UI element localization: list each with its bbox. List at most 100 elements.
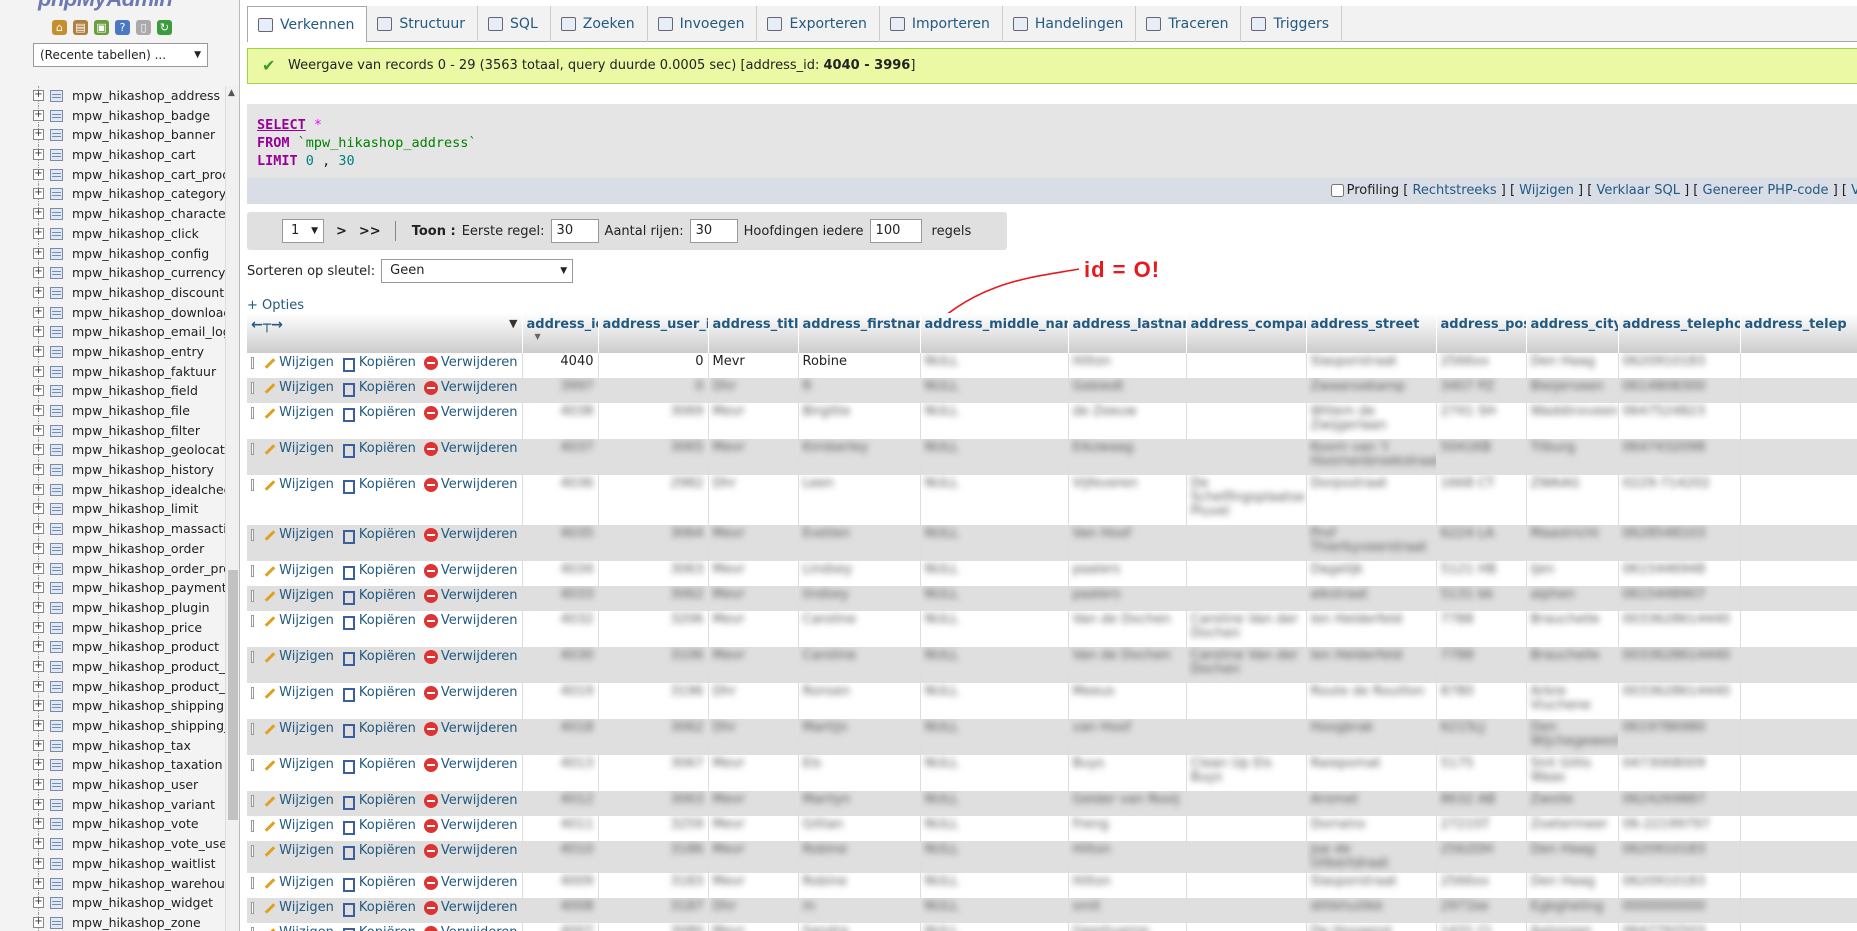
- table-cell[interactable]: 3187: [598, 898, 709, 923]
- table-cell[interactable]: 4035: [522, 525, 599, 561]
- table-cell[interactable]: Hoogbrak: [1306, 719, 1437, 755]
- delete-button[interactable]: Verwijderen: [423, 685, 518, 700]
- sidebar-table-item[interactable]: + mpw_hikashop_idealchecl: [0, 479, 225, 500]
- table-cell[interactable]: NULL: [920, 353, 1069, 378]
- table-cell[interactable]: 0: [598, 378, 709, 403]
- table-icon[interactable]: [50, 562, 63, 575]
- table-cell[interactable]: Slasporstraat: [1306, 353, 1437, 378]
- expand-icon[interactable]: +: [33, 641, 44, 653]
- table-cell[interactable]: 7788: [1436, 611, 1527, 647]
- table-cell[interactable]: Brauchelle: [1526, 647, 1619, 683]
- edit-button[interactable]: Wijzigen: [262, 793, 334, 808]
- table-cell[interactable]: Dhr: [708, 898, 799, 923]
- expand-icon[interactable]: +: [33, 601, 44, 613]
- table-cell[interactable]: Zoetermeer: [1526, 816, 1619, 841]
- table-cell[interactable]: Mevr: [708, 525, 799, 561]
- table-cell[interactable]: 0615448907: [1618, 586, 1741, 611]
- table-icon[interactable]: [50, 798, 63, 811]
- sidebar-table-item[interactable]: + mpw_hikashop_product: [0, 637, 225, 657]
- column-header[interactable]: address_company: [1186, 313, 1307, 353]
- table-cell[interactable]: Egbgheling: [1526, 898, 1619, 923]
- copy-button[interactable]: Kopiëren: [342, 613, 416, 630]
- table-cell[interactable]: [1740, 923, 1857, 931]
- recent-tables-select[interactable]: (Recente tabellen) ... ▼: [33, 43, 208, 67]
- expand-icon[interactable]: +: [33, 582, 44, 594]
- table-cell[interactable]: [1186, 841, 1307, 873]
- table-cell[interactable]: Mevr: [708, 439, 799, 475]
- table-cell[interactable]: [1740, 791, 1857, 816]
- table-icon[interactable]: [50, 857, 63, 870]
- table-cell[interactable]: 4013: [522, 755, 599, 791]
- table-cell[interactable]: Dhr: [708, 683, 799, 719]
- table-cell[interactable]: De Schelfingsplaatse Pluvel: [1186, 475, 1307, 525]
- table-cell[interactable]: Dorpsstraat: [1306, 475, 1437, 525]
- table-cell[interactable]: NULL: [920, 923, 1069, 931]
- table-cell[interactable]: 4007: [522, 923, 599, 931]
- row-checkbox[interactable]: [251, 758, 255, 771]
- help-icon[interactable]: ?: [115, 20, 130, 35]
- table-cell[interactable]: Sint Gillis Waas: [1526, 755, 1619, 791]
- table-cell[interactable]: NULL: [920, 611, 1069, 647]
- expand-icon[interactable]: +: [33, 562, 44, 574]
- docs-icon[interactable]: ▯: [136, 20, 151, 35]
- table-cell[interactable]: Freng: [1068, 816, 1187, 841]
- table-cell[interactable]: NULL: [920, 525, 1069, 561]
- page-select[interactable]: 1 ▼: [282, 219, 324, 243]
- copy-button[interactable]: Kopiëren: [342, 649, 416, 666]
- edit-button[interactable]: Wijzigen: [262, 477, 334, 492]
- table-icon[interactable]: [50, 720, 63, 732]
- sidebar-table-item[interactable]: + mpw_hikashop_order_proc: [0, 558, 225, 579]
- headers-every-input[interactable]: 100: [869, 219, 922, 243]
- column-header[interactable]: address_telephone: [1618, 313, 1741, 353]
- scrollbar-thumb[interactable]: [228, 570, 238, 820]
- sidebar-table-item[interactable]: + mpw_hikashop_variant: [0, 794, 225, 815]
- table-cell[interactable]: Lindsey: [798, 561, 921, 586]
- table-icon[interactable]: [50, 818, 63, 831]
- expand-icon[interactable]: +: [33, 129, 44, 141]
- copy-button[interactable]: Kopiëren: [342, 563, 416, 580]
- table-cell[interactable]: [1186, 353, 1307, 378]
- delete-button[interactable]: Verwijderen: [423, 649, 518, 664]
- row-checkbox[interactable]: [251, 844, 255, 857]
- table-cell[interactable]: 2741 SH: [1436, 403, 1527, 439]
- table-icon[interactable]: [50, 90, 63, 102]
- table-cell[interactable]: [1740, 378, 1857, 403]
- table-cell[interactable]: 0615446948: [1618, 561, 1741, 586]
- table-cell[interactable]: Zwaansekamp: [1306, 378, 1437, 403]
- edit-button[interactable]: Wijzigen: [262, 875, 334, 890]
- sidebar-table-item[interactable]: + mpw_hikashop_history: [0, 460, 225, 480]
- sidebar-table-item[interactable]: + mpw_hikashop_product_c: [0, 656, 225, 677]
- table-cell[interactable]: Dhr: [708, 378, 799, 403]
- column-header[interactable]: address_id ▼: [522, 313, 599, 353]
- delete-button[interactable]: Verwijderen: [423, 843, 518, 858]
- table-cell[interactable]: 5121 HB: [1436, 561, 1527, 586]
- table-cell[interactable]: Den Haag: [1526, 873, 1619, 898]
- sort-toggle-icon[interactable]: ▼: [509, 317, 517, 330]
- table-cell[interactable]: Van Hoof: [1068, 525, 1187, 561]
- expand-icon[interactable]: +: [33, 798, 44, 810]
- table-cell[interactable]: Mevr: [708, 586, 799, 611]
- table-cell[interactable]: 3183: [598, 873, 709, 898]
- edit-button[interactable]: Wijzigen: [262, 527, 334, 542]
- expand-icon[interactable]: +: [33, 247, 44, 259]
- resize-arrows-icon[interactable]: ←┬→: [251, 317, 283, 333]
- sidebar-table-item[interactable]: + mpw_hikashop_zone: [0, 912, 225, 931]
- table-cell[interactable]: 0033628614440: [1618, 683, 1741, 719]
- table-cell[interactable]: 8780: [1436, 683, 1527, 719]
- edit-button[interactable]: Wijzigen: [262, 900, 334, 915]
- table-cell[interactable]: NULL: [920, 816, 1069, 841]
- delete-button[interactable]: Verwijderen: [423, 563, 518, 578]
- table-cell[interactable]: 3080: [598, 923, 709, 931]
- table-cell[interactable]: 0619786980: [1618, 719, 1741, 755]
- column-header[interactable]: address_lastname: [1068, 313, 1187, 353]
- table-cell[interactable]: 4010: [522, 841, 599, 873]
- table-cell[interactable]: Den Haag: [1526, 353, 1619, 378]
- table-cell[interactable]: Mevr: [708, 403, 799, 439]
- expand-icon[interactable]: +: [33, 523, 44, 535]
- expand-icon[interactable]: +: [33, 188, 44, 200]
- table-cell[interactable]: 3106: [598, 647, 709, 683]
- delete-button[interactable]: Verwijderen: [423, 527, 518, 542]
- sidebar-table-item[interactable]: + mpw_hikashop_file: [0, 401, 225, 421]
- table-cell[interactable]: 4011: [522, 816, 599, 841]
- sidebar-table-item[interactable]: + mpw_hikashop_filter: [0, 420, 225, 441]
